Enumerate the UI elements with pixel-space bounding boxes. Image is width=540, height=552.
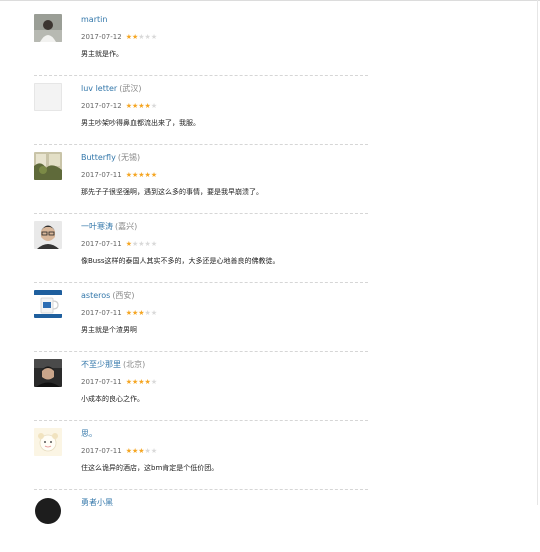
- avatar[interactable]: [34, 497, 62, 525]
- star-empty-icon: ★: [150, 447, 158, 455]
- review-date: 2017-07-12: [81, 102, 122, 110]
- review-comment: 男主吵架吵得鼻血都流出来了，我服。: [81, 119, 200, 127]
- avatar[interactable]: [34, 83, 62, 111]
- rating-stars: ★ ★ ★ ★ ★: [126, 101, 157, 111]
- rating-stars: ★ ★ ★ ★ ★: [126, 32, 157, 42]
- user-location: (无锡): [117, 153, 141, 162]
- review-comment: 男主就是个渣男啊: [81, 326, 137, 334]
- username-link[interactable]: 思。: [81, 429, 97, 438]
- username-link[interactable]: Butterfly: [81, 153, 116, 162]
- review-date: 2017-07-11: [81, 171, 122, 179]
- review-date: 2017-07-12: [81, 33, 122, 41]
- review-item: asteros (西安) 2017-07-11 ★ ★ ★ ★ ★ 男主就是个渣男啊: [0, 276, 540, 345]
- username-link[interactable]: 勇者小黑: [81, 498, 113, 507]
- rating-stars: ★ ★ ★ ★ ★: [126, 170, 157, 180]
- username-link[interactable]: 一叶寒涛: [81, 222, 113, 231]
- review-date: 2017-07-11: [81, 378, 122, 386]
- review-comment: 那先子子很坚强啊，遇到这么多的事情，要是我早崩溃了。: [81, 188, 263, 196]
- star-filled-icon: ★: [150, 171, 158, 179]
- avatar[interactable]: [34, 152, 62, 180]
- avatar[interactable]: [34, 14, 62, 42]
- user-location: (西安): [112, 291, 135, 300]
- review-comment: 像Buss这样的泰国人其实不多的，大多还是心地善良的佛教徒。: [81, 257, 280, 265]
- rating-stars: ★ ★ ★ ★ ★: [126, 308, 157, 318]
- review-item: 思。 2017-07-11 ★ ★ ★ ★ ★ 住这么诡异的酒店，这bm肯定是个低价团。: [0, 414, 540, 483]
- review-item: 不至少那里 (北京) 2017-07-11 ★ ★ ★ ★ ★ 小成本的良心之作。: [0, 345, 540, 414]
- user-location: (嘉兴): [115, 222, 138, 231]
- rating-stars: ★ ★ ★ ★ ★: [126, 239, 157, 249]
- rating-stars: ★ ★ ★ ★ ★: [126, 446, 157, 456]
- star-empty-icon: ★: [150, 33, 158, 41]
- avatar[interactable]: [34, 359, 62, 387]
- review-item: 勇者小黑: [0, 483, 540, 552]
- username-link[interactable]: luv letter: [81, 84, 117, 93]
- avatar[interactable]: [34, 290, 62, 318]
- review-comment: 住这么诡异的酒店，这bm肯定是个低价团。: [81, 464, 219, 472]
- review-date: 2017-07-11: [81, 240, 122, 248]
- avatar[interactable]: [34, 428, 62, 456]
- user-location: (北京): [123, 360, 146, 369]
- review-item: martin 2017-07-12 ★ ★ ★ ★ ★ 男主就是作。: [0, 0, 540, 69]
- star-empty-icon: ★: [150, 309, 158, 317]
- review-item: luv letter (武汉) 2017-07-12 ★ ★ ★ ★ ★ 男主吵架吵得鼻血…: [0, 69, 540, 138]
- star-empty-icon: ★: [150, 240, 158, 248]
- star-empty-icon: ★: [150, 102, 158, 110]
- review-date: 2017-07-11: [81, 447, 122, 455]
- review-date: 2017-07-11: [81, 309, 122, 317]
- review-comment: 男主就是作。: [81, 50, 123, 58]
- username-link[interactable]: asteros: [81, 291, 110, 300]
- review-item: 一叶寒涛 (嘉兴) 2017-07-11 ★ ★ ★ ★ ★ 像Buss这样的泰国人其实不…: [0, 207, 540, 276]
- user-location: (武汉): [119, 84, 142, 93]
- star-empty-icon: ★: [150, 378, 158, 386]
- username-link[interactable]: 不至少那里: [81, 360, 121, 369]
- avatar[interactable]: [34, 221, 62, 249]
- review-item: Butterfly (无锡) 2017-07-11 ★ ★ ★ ★ ★ 那先子子很坚强啊，…: [0, 138, 540, 207]
- rating-stars: ★ ★ ★ ★ ★: [126, 377, 157, 387]
- review-comment: 小成本的良心之作。: [81, 395, 144, 403]
- username-link[interactable]: martin: [81, 15, 107, 24]
